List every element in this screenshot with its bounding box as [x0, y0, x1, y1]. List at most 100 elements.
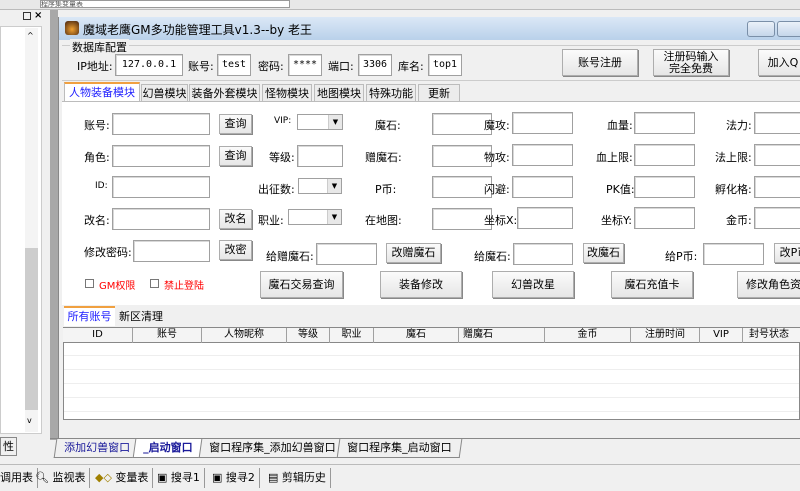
- change-gift-button[interactable]: 改赠魔石: [386, 243, 441, 263]
- account-input[interactable]: [112, 113, 210, 135]
- hpmax-label: 血上限:: [596, 151, 633, 164]
- port-input[interactable]: 3306: [358, 54, 392, 76]
- column-header-account[interactable]: 账号: [133, 328, 202, 343]
- column-header-ban-status[interactable]: 封号状态: [743, 328, 800, 343]
- clipboard-icon: ▤: [268, 471, 282, 484]
- mpmax-input[interactable]: [754, 144, 800, 166]
- gm-checkbox[interactable]: [85, 279, 94, 288]
- ide-top-field[interactable]: 程序集变量表: [40, 0, 290, 8]
- pcoin-input[interactable]: [432, 176, 492, 198]
- query-account-button[interactable]: 查询: [219, 114, 252, 134]
- tab-pet[interactable]: 幻兽模块: [141, 84, 188, 102]
- tab-map[interactable]: 地图模块: [314, 84, 364, 102]
- user-input[interactable]: test: [217, 54, 251, 76]
- column-header-vip[interactable]: VIP: [700, 328, 743, 343]
- hp-input[interactable]: [634, 112, 695, 134]
- left-scrollbar[interactable]: ^ v: [25, 28, 38, 432]
- job-select[interactable]: ▼: [288, 209, 342, 225]
- tab-update[interactable]: 更新: [418, 84, 460, 102]
- register-button[interactable]: 账号注册: [562, 49, 638, 76]
- column-header-level[interactable]: 等级: [287, 328, 330, 343]
- splitter[interactable]: [50, 10, 58, 440]
- ip-input[interactable]: 127.0.0.1: [115, 54, 183, 76]
- hatch-label: 孵化格:: [715, 183, 752, 196]
- give-stone-input[interactable]: [513, 243, 573, 265]
- tab-monster[interactable]: 怪物模块: [262, 84, 312, 102]
- column-header-regtime[interactable]: 注册时间: [631, 328, 700, 343]
- onmap-input[interactable]: [432, 208, 492, 230]
- giftstone-input[interactable]: [432, 145, 492, 167]
- chevron-up-icon[interactable]: ^: [27, 31, 34, 40]
- tab-character-equipment[interactable]: 人物装备模块: [64, 82, 140, 102]
- mpmax-label: 法上限:: [715, 151, 752, 164]
- pet-star-button[interactable]: 幻兽改星: [492, 271, 574, 298]
- toolbar-search2[interactable]: ▣ 搜寻2: [208, 468, 260, 488]
- x-input[interactable]: [517, 207, 573, 229]
- dbname-input[interactable]: top1: [428, 54, 462, 76]
- ide-tab-assembly-add-pet[interactable]: 窗口程序集_添加幻兽窗口: [198, 439, 346, 458]
- tab-outfit[interactable]: 装备外套模块: [189, 84, 260, 102]
- changepwd-input[interactable]: [133, 240, 210, 262]
- stone-card-button[interactable]: 魔石充值卡: [611, 271, 693, 298]
- maximize-button[interactable]: [777, 21, 800, 37]
- stone-trade-query-button[interactable]: 魔石交易查询: [260, 271, 343, 298]
- toolbar-variable-table[interactable]: ◆◇ 变量表: [91, 468, 154, 488]
- edit-character-button[interactable]: 修改角色资: [737, 271, 800, 298]
- change-stone-button[interactable]: 改魔石: [583, 243, 624, 263]
- maximize-icon[interactable]: [23, 12, 31, 20]
- gold-input[interactable]: [754, 207, 800, 229]
- level-input[interactable]: [297, 145, 343, 167]
- query-role-button[interactable]: 查询: [219, 146, 252, 166]
- id-input[interactable]: [112, 176, 210, 198]
- close-icon[interactable]: ×: [34, 10, 42, 21]
- regcode-button[interactable]: 注册码输入 完全免费: [653, 49, 729, 76]
- changepwd-button[interactable]: 改密: [219, 240, 252, 260]
- giftstone-label: 赠魔石:: [365, 151, 402, 164]
- column-header-magicstone[interactable]: 魔石: [374, 328, 459, 343]
- ide-tab-assembly-start[interactable]: 窗口程序集_启动窗口: [336, 439, 462, 458]
- column-header-giftstone[interactable]: 赠魔石: [459, 328, 545, 343]
- toolbar-search1[interactable]: ▣ 搜寻1: [153, 468, 205, 488]
- rename-input[interactable]: [112, 208, 210, 230]
- patk-input[interactable]: [512, 144, 573, 166]
- toolbar-watch-table[interactable]: 🔍︎ 监视表: [31, 468, 91, 488]
- toolbar-clip-history[interactable]: ▤ 剪辑历史: [264, 468, 331, 488]
- id-label: ID:: [95, 181, 108, 191]
- hpmax-input[interactable]: [634, 144, 695, 166]
- pwd-input[interactable]: ****: [288, 54, 322, 76]
- scroll-thumb[interactable]: [25, 248, 38, 410]
- subtab-all-accounts[interactable]: 所有账号: [64, 306, 115, 326]
- hatch-input[interactable]: [754, 176, 800, 198]
- give-gift-input[interactable]: [316, 243, 377, 265]
- gm-label: GM权限: [99, 281, 136, 292]
- rename-button[interactable]: 改名: [219, 209, 252, 229]
- tab-special[interactable]: 特殊功能: [366, 84, 416, 102]
- patk-label: 物攻:: [484, 151, 510, 164]
- chevron-down-icon[interactable]: v: [27, 416, 32, 425]
- vip-select[interactable]: ▼: [297, 114, 343, 130]
- ide-tab-add-pet-window[interactable]: 添加幻兽窗口: [53, 439, 141, 458]
- left-tab[interactable]: 性: [0, 437, 17, 456]
- change-p-button[interactable]: 改P币: [774, 243, 800, 263]
- matk-input[interactable]: [512, 112, 573, 134]
- column-header-job[interactable]: 职业: [330, 328, 374, 343]
- join-q-button[interactable]: 加入Q: [758, 49, 800, 76]
- equipment-edit-button[interactable]: 装备修改: [380, 271, 462, 298]
- subtab-new-server-clean[interactable]: 新区清理: [117, 308, 165, 326]
- y-input[interactable]: [634, 207, 695, 229]
- expedition-label: 出征数:: [258, 183, 295, 196]
- column-header-nickname[interactable]: 人物昵称: [202, 328, 287, 343]
- column-header-gold[interactable]: 金币: [545, 328, 631, 343]
- dodge-input[interactable]: [512, 176, 573, 198]
- role-input[interactable]: [112, 145, 210, 167]
- minimize-button[interactable]: [747, 21, 775, 37]
- ban-checkbox[interactable]: [150, 279, 159, 288]
- magicstone-input[interactable]: [432, 113, 492, 135]
- column-header-id[interactable]: ID: [63, 328, 133, 343]
- db-group-title: 数据库配置: [70, 39, 129, 55]
- pk-input[interactable]: [634, 176, 695, 198]
- ide-tab-start-window[interactable]: _启动窗口: [132, 439, 203, 458]
- give-p-input[interactable]: [703, 243, 764, 265]
- expedition-select[interactable]: ▼: [298, 178, 342, 194]
- mp-input[interactable]: [754, 112, 800, 134]
